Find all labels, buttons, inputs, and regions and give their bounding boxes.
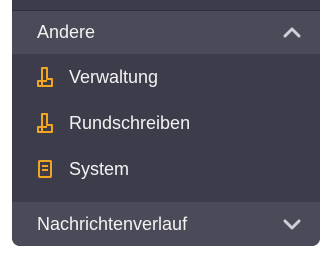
menu-item-label: System <box>69 158 130 179</box>
chevron-down-icon[interactable] <box>282 217 302 231</box>
menu-item-rundschreiben[interactable]: Rundschreiben <box>12 100 320 146</box>
sidebar-panel: Andere Verwaltung Rundschreiben System N… <box>12 0 320 246</box>
section-header-nachrichtenverlauf[interactable]: Nachrichtenverlauf <box>12 202 320 246</box>
section-title: Andere <box>37 22 96 42</box>
document-icon <box>35 158 55 180</box>
section-title: Nachrichtenverlauf <box>37 213 188 234</box>
chevron-up-icon[interactable] <box>282 26 302 40</box>
menu-item-verwaltung[interactable]: Verwaltung <box>12 54 320 100</box>
section-header-andere[interactable]: Andere <box>12 11 320 54</box>
menu-item-label: Verwaltung <box>69 66 159 87</box>
flag-icon <box>35 112 55 134</box>
previous-section-edge <box>12 0 320 11</box>
menu-item-system[interactable]: System <box>12 146 320 192</box>
menu-item-label: Rundschreiben <box>69 112 191 133</box>
andere-menu: Verwaltung Rundschreiben System <box>12 54 320 192</box>
flag-icon <box>35 66 55 88</box>
